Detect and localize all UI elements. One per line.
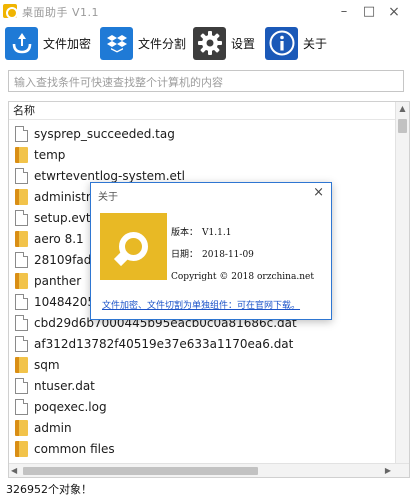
file-icon xyxy=(15,335,28,352)
folder-icon xyxy=(15,419,28,436)
minimize-button[interactable]: – xyxy=(331,0,357,24)
product-logo-icon xyxy=(100,213,167,280)
list-item-name: panther xyxy=(34,273,82,288)
horizontal-scrollbar[interactable]: ◀ ▶ xyxy=(9,463,409,477)
list-item-name: ntuser.dat xyxy=(34,378,95,393)
file-icon xyxy=(15,209,28,226)
dialog-title: 关于 xyxy=(98,192,118,203)
date-value: 2018-11-09 xyxy=(202,250,254,260)
encrypt-button[interactable]: 文件加密 xyxy=(5,25,91,61)
list-item[interactable]: af312d13782f40519e37e633a1170ea6.dat xyxy=(15,333,395,354)
list-item-name: temp xyxy=(34,147,66,162)
list-item-name: aero 8.1 xyxy=(34,231,84,246)
encrypt-icon xyxy=(5,26,38,60)
list-item[interactable]: sqm xyxy=(15,354,395,375)
version-value: V1.1.1 xyxy=(202,228,232,238)
folder-icon xyxy=(15,146,28,163)
vertical-scroll-thumb[interactable] xyxy=(398,119,407,133)
date-row: 日期： 2018-11-09 xyxy=(171,244,314,266)
list-item-name: af312d13782f40519e37e633a1170ea6.dat xyxy=(34,336,294,351)
search-input[interactable] xyxy=(9,72,403,93)
app-logo-icon xyxy=(3,4,18,19)
file-icon xyxy=(15,167,28,184)
window-title: 桌面助手 V1.1 xyxy=(22,6,100,19)
folder-icon xyxy=(15,440,28,457)
list-item-name: admin xyxy=(34,420,72,435)
scroll-right-icon[interactable]: ▶ xyxy=(385,464,391,477)
file-icon xyxy=(15,293,28,310)
settings-label: 设置 xyxy=(231,36,256,51)
folder-icon xyxy=(15,272,28,289)
version-row: 版本： V1.1.1 xyxy=(171,222,314,244)
status-text: 326952个对象！ xyxy=(6,483,92,495)
folder-icon xyxy=(15,188,28,205)
download-link[interactable]: 文件加密、文件切割为单独组件：可在官网下载。 xyxy=(102,298,300,311)
folder-icon xyxy=(15,230,28,247)
toolbar: 文件加密 文件分割 设置 关于 xyxy=(0,24,412,64)
folder-icon xyxy=(15,356,28,373)
search-box xyxy=(8,70,404,93)
list-item-name: common files xyxy=(34,441,115,456)
gear-icon xyxy=(193,26,226,60)
about-info: 版本： V1.1.1 日期： 2018-11-09 Copyright © 2018… xyxy=(171,222,314,288)
encrypt-label: 文件加密 xyxy=(43,36,92,51)
version-label: 版本： xyxy=(171,228,199,238)
split-label: 文件分割 xyxy=(138,36,187,51)
file-icon xyxy=(15,377,28,394)
about-label: 关于 xyxy=(303,36,328,51)
speech-bubble-icon xyxy=(119,232,148,261)
list-item[interactable]: admin xyxy=(15,417,395,438)
maximize-button[interactable]: □ xyxy=(356,0,382,24)
list-item[interactable]: common files xyxy=(15,438,395,459)
list-item-name: poqexec.log xyxy=(34,399,107,414)
info-icon xyxy=(265,26,298,60)
list-item[interactable]: sysprep_succeeded.tag xyxy=(15,123,395,144)
scroll-up-icon[interactable]: ▲ xyxy=(396,102,409,116)
list-item[interactable]: temp xyxy=(15,144,395,165)
file-icon xyxy=(15,251,28,268)
list-item-name: administr xyxy=(34,189,91,204)
vertical-scrollbar[interactable]: ▲ xyxy=(395,102,409,463)
split-button[interactable]: 文件分割 xyxy=(100,25,186,61)
file-icon xyxy=(15,398,28,415)
file-icon xyxy=(15,314,28,331)
horizontal-scroll-thumb[interactable] xyxy=(23,467,258,475)
list-item-name: etwrteventlog-system.etl xyxy=(34,168,185,183)
about-dialog: 关于 × 版本： V1.1.1 日期： 2018-11-09 Copyright ©… xyxy=(90,182,332,320)
close-button[interactable]: × xyxy=(381,0,407,24)
split-icon xyxy=(100,26,133,60)
date-label: 日期： xyxy=(171,250,199,260)
list-item-name: 28109fad xyxy=(34,252,92,267)
about-button[interactable]: 关于 xyxy=(265,25,327,61)
list-item[interactable]: poqexec.log xyxy=(15,396,395,417)
list-item[interactable]: ntuser.dat xyxy=(15,375,395,396)
file-icon xyxy=(15,125,28,142)
scroll-left-icon[interactable]: ◀ xyxy=(11,464,17,477)
dialog-close-button[interactable]: × xyxy=(313,185,324,200)
copyright-text: Copyright © 2018 orzchina.net xyxy=(171,272,314,282)
list-item-name: sqm xyxy=(34,357,60,372)
column-header-name[interactable]: 名称 xyxy=(9,102,395,120)
list-item-name: setup.evtx xyxy=(34,210,98,225)
title-bar: 桌面助手 V1.1 – □ × xyxy=(0,0,412,24)
settings-button[interactable]: 设置 xyxy=(193,25,255,61)
list-item-name: 10484205 xyxy=(34,294,96,309)
list-item-name: sysprep_succeeded.tag xyxy=(34,126,175,141)
